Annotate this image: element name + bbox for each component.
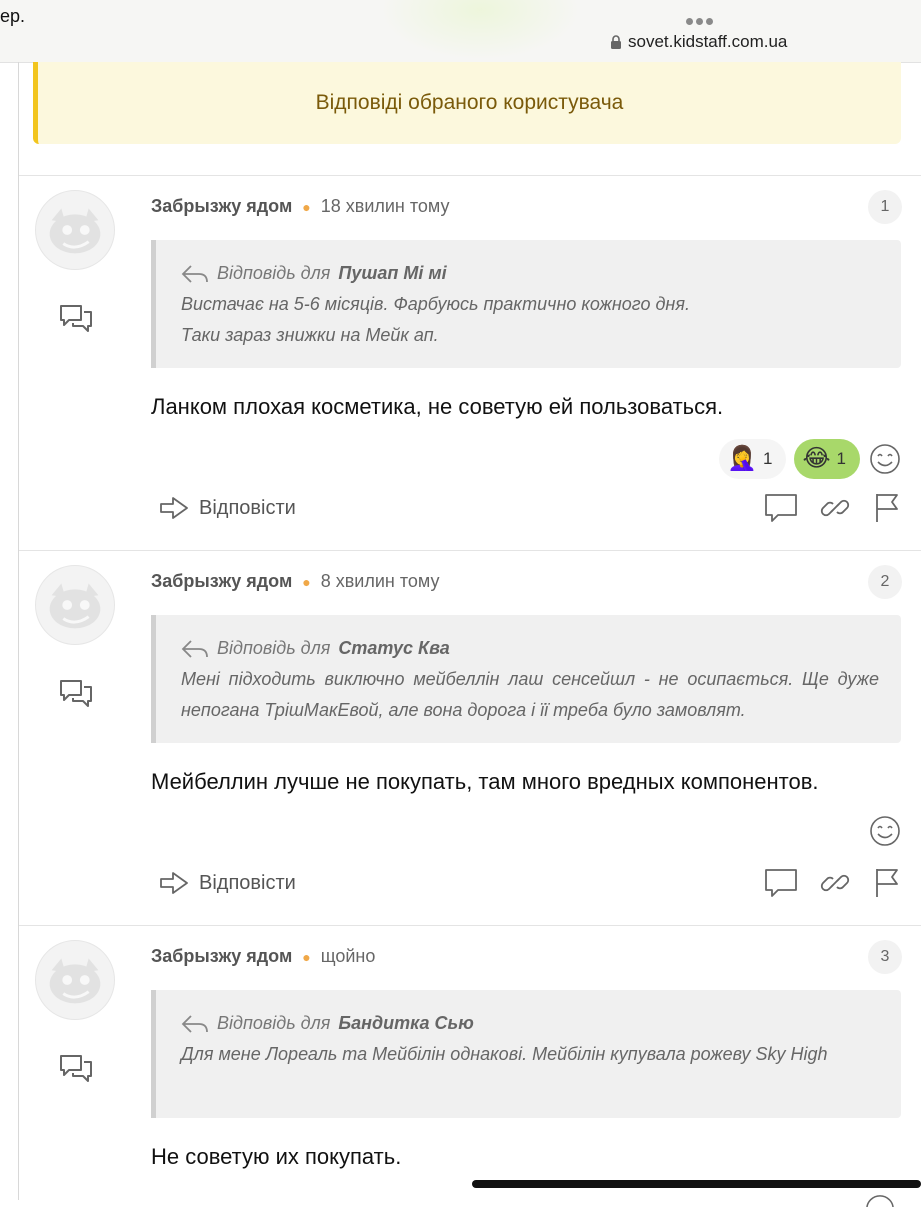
quote-line: Для мене Лореаль та Мейбілін однакові. М…	[181, 1044, 828, 1064]
post-time: 8 хвилин тому	[320, 571, 440, 591]
link-icon[interactable]	[820, 493, 850, 523]
browser-top-bar: ер. sovet.kidstaff.com.ua	[0, 0, 921, 63]
post-text: Ланком плохая косметика, не советую ей п…	[151, 394, 724, 419]
post-number[interactable]: 1	[868, 190, 902, 224]
reactions-bar: 🤦‍♀️ 1 😂 1	[719, 439, 902, 479]
reply-arrow-icon	[181, 264, 208, 283]
reply-label: Відповісти	[199, 496, 296, 519]
facepalm-emoji-icon: 🤦‍♀️	[727, 445, 758, 472]
avatar[interactable]	[35, 190, 115, 270]
reply-button[interactable]: Відповісти	[159, 496, 296, 520]
reply-quote: Відповідь для Статус Ква Мені підходить …	[151, 615, 901, 743]
post-meta: Забрызжу ядом ● 8 хвилин тому	[151, 571, 440, 592]
notice-text: Відповіді обраного користувача	[315, 91, 624, 114]
post-meta: Забрызжу ядом ● 18 хвилин тому	[151, 196, 450, 217]
comment-icon[interactable]	[764, 868, 798, 898]
post-number[interactable]: 2	[868, 565, 902, 599]
reaction-laugh[interactable]: 😂 1	[794, 439, 860, 479]
reply-quote: Відповідь для Бандитка Сью Для мене Лоре…	[151, 990, 901, 1118]
avatar[interactable]	[35, 565, 115, 645]
post-text: Не советую их покупать.	[151, 1144, 402, 1169]
reply-arrow-icon	[160, 872, 188, 894]
post: Забрызжу ядом ● 18 хвилин тому 1 Відпові…	[19, 175, 921, 551]
add-reaction-smile-icon[interactable]	[864, 1193, 896, 1207]
laughing-emoji-icon: 😂	[802, 445, 831, 472]
quote-line: Таки зараз знижки на Мейк ап.	[181, 325, 439, 345]
top-glow	[380, 0, 580, 60]
online-dot: ●	[302, 198, 311, 215]
quote-prefix: Відповідь для	[217, 263, 331, 283]
quote-recipient[interactable]: Бандитка Сью	[338, 1008, 473, 1039]
reaction-count: 1	[836, 449, 846, 468]
post-text: Мейбеллин лучше не покупать, там много в…	[151, 769, 819, 794]
post-actions: Відповісти	[159, 488, 902, 528]
author-name[interactable]: Забрызжу ядом	[151, 571, 292, 592]
quote-line: Вистачає на 5-6 місяців. Фарбуюсь практи…	[181, 294, 690, 314]
more-dots-icon[interactable]	[686, 12, 718, 25]
reply-arrow-icon	[160, 497, 188, 519]
reply-arrow-icon	[181, 639, 208, 658]
chat-icon[interactable]	[59, 1053, 93, 1083]
reaction-facepalm[interactable]: 🤦‍♀️ 1	[719, 439, 787, 479]
post-number[interactable]: 3	[868, 940, 902, 974]
add-reaction-smile-icon[interactable]	[868, 442, 902, 476]
reply-arrow-icon	[181, 1014, 208, 1033]
home-indicator	[472, 1180, 921, 1188]
reply-label: Відповісти	[199, 871, 296, 894]
quote-line: Мені підходить виключно мейбеллін лаш се…	[181, 669, 879, 720]
avatar-placeholder-icon	[49, 208, 101, 254]
selected-user-notice: Відповіді обраного користувача	[33, 62, 901, 144]
flag-icon[interactable]	[872, 867, 902, 899]
chat-icon[interactable]	[59, 678, 93, 708]
post: Забрызжу ядом ● 8 хвилин тому 2 Відповід…	[19, 550, 921, 926]
quote-prefix: Відповідь для	[217, 1013, 331, 1033]
tab-title-fragment: ер.	[0, 6, 26, 26]
author-name[interactable]: Забрызжу ядом	[151, 196, 292, 217]
address-bar[interactable]: sovet.kidstaff.com.ua	[610, 32, 787, 52]
quote-recipient[interactable]: Пушап Мі мі	[338, 258, 446, 289]
post-time: щойно	[320, 946, 376, 966]
online-dot: ●	[302, 573, 311, 590]
comment-icon[interactable]	[764, 493, 798, 523]
flag-icon[interactable]	[872, 492, 902, 524]
avatar[interactable]	[35, 940, 115, 1020]
reply-quote: Відповідь для Пушап Мі мі Вистачає на 5-…	[151, 240, 901, 368]
post-meta: Забрызжу ядом ● щойно	[151, 946, 375, 967]
post-actions: Відповісти	[159, 863, 902, 903]
add-reaction-smile-icon[interactable]	[868, 814, 902, 848]
avatar-placeholder-icon	[49, 958, 101, 1004]
quote-recipient[interactable]: Статус Ква	[338, 633, 449, 664]
reactions-bar	[868, 814, 902, 848]
post: Забрызжу ядом ● щойно 3 Відповідь для Ба…	[19, 925, 921, 1201]
author-name[interactable]: Забрызжу ядом	[151, 946, 292, 967]
reply-button[interactable]: Відповісти	[159, 871, 296, 895]
avatar-placeholder-icon	[49, 583, 101, 629]
link-icon[interactable]	[820, 868, 850, 898]
url-text: sovet.kidstaff.com.ua	[628, 32, 788, 51]
quote-prefix: Відповідь для	[217, 638, 331, 658]
post-time: 18 хвилин тому	[320, 196, 450, 216]
reaction-count: 1	[763, 449, 773, 468]
online-dot: ●	[302, 948, 311, 965]
lock-icon	[611, 35, 621, 49]
chat-icon[interactable]	[59, 303, 93, 333]
